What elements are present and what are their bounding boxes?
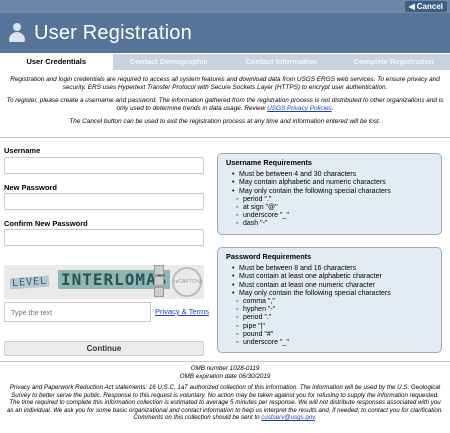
omb-expiration: OMB expiration date 06/30/2019 bbox=[179, 373, 271, 380]
username-requirements: Username Requirements Must be between 4 … bbox=[217, 153, 442, 235]
intro-paragraph-2-end: . bbox=[331, 105, 334, 112]
page-title: User Registration bbox=[34, 21, 192, 44]
intro-paragraph-1: Registration and login credentials are r… bbox=[10, 76, 440, 91]
omb-info: OMB number 1028-0119 OMB expiration date… bbox=[0, 365, 450, 381]
omb-number: OMB number 1028-0119 bbox=[190, 365, 260, 372]
password-requirements-title: Password Requirements bbox=[226, 252, 312, 261]
help-icon[interactable] bbox=[154, 287, 164, 297]
special-char-item: pipe "|" bbox=[236, 323, 433, 331]
divider bbox=[0, 137, 450, 138]
audio-icon[interactable] bbox=[154, 276, 164, 286]
special-char-item: at sign "@" bbox=[236, 204, 433, 212]
paperwork-end: . bbox=[314, 414, 317, 422]
tab-contact-demographic[interactable]: Contact Demographic bbox=[113, 54, 226, 70]
special-char-item: underscore "_" bbox=[236, 212, 433, 220]
special-char-item: underscore "_" bbox=[236, 339, 433, 347]
captcha-input[interactable] bbox=[4, 302, 151, 322]
username-label: Username bbox=[4, 146, 41, 155]
registration-steps: User Credentials Contact Demographic Con… bbox=[0, 54, 450, 70]
special-char-item: hyphen "-" bbox=[236, 306, 433, 314]
paperwork-text: Privacy and Paperwork Reduction Act stat… bbox=[6, 384, 443, 422]
intro-paragraph-3: The Cancel button can be used to exit th… bbox=[69, 118, 381, 125]
requirement-item: Must contain at least one numeric charac… bbox=[232, 282, 433, 290]
tab-user-credentials[interactable]: User Credentials bbox=[0, 54, 113, 70]
new-password-label: New Password bbox=[4, 183, 57, 192]
user-icon bbox=[8, 23, 26, 43]
password-requirements: Password Requirements Must be between 8 … bbox=[217, 247, 442, 354]
special-char-item: comma "," bbox=[236, 298, 433, 306]
username-field[interactable] bbox=[4, 157, 204, 174]
captcha-controls bbox=[154, 265, 166, 298]
privacy-terms-link[interactable]: Privacy & Terms bbox=[155, 307, 209, 316]
requirement-item: May only contain the following special c… bbox=[232, 188, 433, 196]
confirm-password-label: Confirm New Password bbox=[4, 219, 88, 228]
confirm-password-field[interactable] bbox=[4, 229, 204, 246]
special-char-item: period "." bbox=[236, 196, 433, 204]
requirement-item: Must be between 4 and 30 characters bbox=[232, 171, 433, 179]
requirement-item: May contain alphabetic and numeric chara… bbox=[232, 179, 433, 187]
tab-complete-registration[interactable]: Complete Registration bbox=[338, 54, 450, 70]
special-char-item: period "." bbox=[236, 314, 433, 322]
contact-email-link[interactable]: custserv@usgs.gov bbox=[261, 414, 315, 421]
requirement-item: Must contain at least one alphabetic cha… bbox=[232, 273, 433, 281]
special-char-item: dash "-" bbox=[236, 220, 433, 228]
divider bbox=[0, 361, 450, 362]
special-char-item: pound "#" bbox=[236, 331, 433, 339]
cancel-button-label: Cancel bbox=[416, 2, 443, 11]
intro-paragraph-2-text: To register, please create a username an… bbox=[6, 97, 444, 112]
recaptcha-logo: reCAPTCHA bbox=[172, 267, 202, 297]
continue-button[interactable]: Continue bbox=[4, 341, 204, 356]
intro-paragraph-2: To register, please create a username an… bbox=[6, 97, 444, 113]
refresh-icon[interactable] bbox=[154, 265, 164, 275]
intro-text: Registration and login credentials are r… bbox=[6, 76, 444, 131]
captcha-word-1: LEVEL bbox=[9, 275, 50, 290]
tab-contact-information[interactable]: Contact Information bbox=[225, 54, 338, 70]
requirement-item: May only contain the following special c… bbox=[232, 290, 433, 298]
cancel-icon: ◀ bbox=[408, 2, 415, 11]
username-requirements-title: Username Requirements bbox=[226, 158, 312, 167]
paperwork-statement: Privacy and Paperwork Reduction Act stat… bbox=[6, 384, 444, 422]
top-bar: ◀ Cancel bbox=[0, 0, 450, 13]
new-password-field[interactable] bbox=[4, 193, 204, 210]
cancel-button[interactable]: ◀ Cancel bbox=[404, 1, 447, 12]
page-header: User Registration bbox=[0, 13, 450, 53]
requirement-item: Must be between 8 and 16 characters bbox=[232, 265, 433, 273]
privacy-policy-link[interactable]: USGS Privacy Policies bbox=[267, 105, 332, 112]
